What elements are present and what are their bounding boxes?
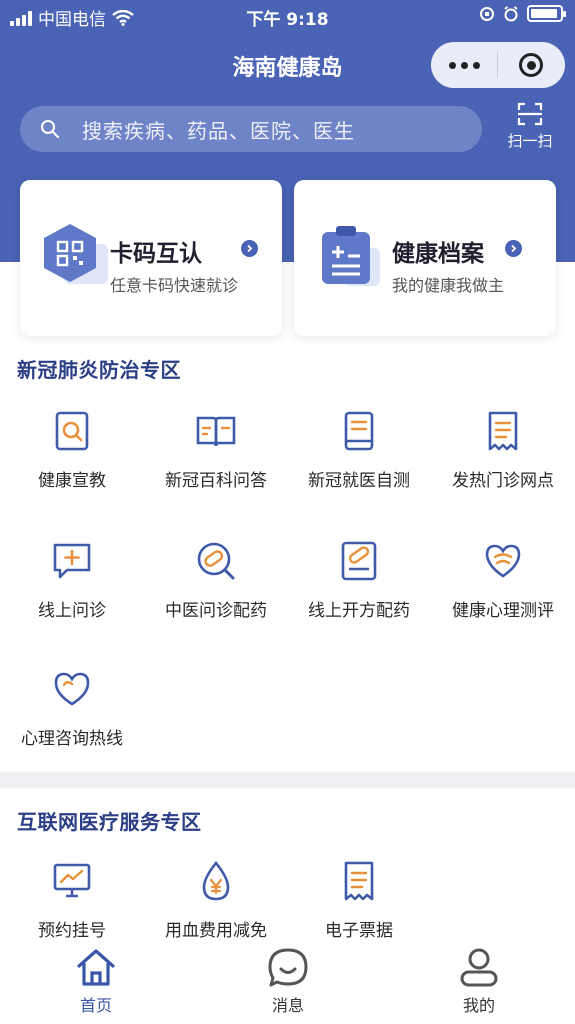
- tab-mine[interactable]: 我的: [419, 946, 539, 1016]
- service-label: 新冠就医自测: [308, 471, 410, 491]
- status-bar: 中国电信 下午 9:18: [0, 0, 575, 34]
- scan-button[interactable]: 扫一扫: [498, 102, 562, 158]
- service-label: 心理咨询热线: [21, 729, 123, 749]
- heart-icon: [54, 672, 90, 706]
- user-icon: [460, 948, 498, 987]
- home-icon: [77, 949, 115, 986]
- search-bar[interactable]: 搜索疾病、药品、医院、医生: [20, 106, 482, 152]
- tab-label: 首页: [79, 996, 112, 1015]
- service-label: 新冠百科问答: [165, 471, 267, 491]
- monitor-chart-icon: [53, 863, 91, 898]
- card-health-record[interactable]: 健康档案 我的健康我做主: [294, 180, 556, 336]
- qr-code-icon: [44, 224, 108, 284]
- pill-search-icon: [197, 542, 235, 580]
- section-divider: [0, 772, 575, 788]
- tab-label: 消息: [271, 996, 304, 1015]
- service-label: 发热门诊网点: [452, 471, 554, 491]
- health-record-icon: [322, 226, 380, 286]
- receipt-icon: [488, 411, 518, 451]
- close-button[interactable]: [498, 42, 564, 88]
- e-receipt-icon: [344, 861, 374, 901]
- scan-icon: [517, 102, 543, 126]
- miniprogram-capsule: [431, 42, 565, 88]
- service-e-receipt[interactable]: 电子票据: [289, 860, 429, 941]
- service-appointment[interactable]: 预约挂号: [2, 860, 142, 941]
- open-book-icon: [196, 416, 236, 447]
- scan-label: 扫一扫: [507, 132, 553, 150]
- card-subtitle: 我的健康我做主: [392, 276, 505, 295]
- alarm-icon: [504, 5, 518, 21]
- dot-icon: [460, 61, 468, 69]
- service-mental-assessment[interactable]: 健康心理测评: [433, 540, 573, 621]
- service-label: 健康宣教: [38, 471, 106, 491]
- message-icon: [268, 948, 308, 987]
- card-code-recognition[interactable]: 卡码互认 任意卡码快速就诊: [20, 180, 282, 336]
- battery-icon: [527, 5, 566, 22]
- more-button[interactable]: [431, 42, 497, 88]
- tab-messages[interactable]: 消息: [228, 946, 348, 1016]
- service-counseling-hotline[interactable]: 心理咨询热线: [2, 668, 142, 749]
- dot-icon: [448, 61, 456, 69]
- dot-icon: [472, 61, 480, 69]
- prescription-icon: [341, 541, 377, 581]
- service-health-education[interactable]: 健康宣教: [2, 410, 142, 491]
- chat-plus-icon: [53, 543, 91, 579]
- tab-bar: 首页 消息 我的: [0, 940, 575, 1024]
- manual-book-icon: [344, 411, 374, 451]
- status-right: [479, 5, 566, 22]
- service-label: 线上问诊: [38, 601, 106, 621]
- rotation-lock-icon: [480, 6, 494, 21]
- blood-drop-yen-icon: [202, 860, 230, 901]
- tab-home[interactable]: 首页: [36, 946, 156, 1016]
- service-label: 中医问诊配药: [165, 601, 267, 621]
- target-icon: [519, 53, 543, 77]
- service-covid-selftest[interactable]: 新冠就医自测: [289, 410, 429, 491]
- service-fever-clinic[interactable]: 发热门诊网点: [433, 410, 573, 491]
- search-document-icon: [55, 411, 89, 451]
- section-title-internet: 互联网医疗服务专区: [17, 810, 202, 834]
- section-title-covid: 新冠肺炎防治专区: [17, 358, 181, 382]
- heart-stethoscope-icon: [485, 544, 521, 578]
- search-icon: [41, 120, 60, 139]
- card-title: 卡码互认: [110, 241, 202, 267]
- search-placeholder: 搜索疾病、药品、医院、医生: [82, 118, 355, 143]
- service-online-consult[interactable]: 线上问诊: [2, 540, 142, 621]
- service-label: 电子票据: [325, 921, 393, 941]
- chevron-right-icon: [241, 240, 258, 257]
- title-bar: 海南健康岛: [0, 40, 575, 90]
- service-label: 预约挂号: [38, 921, 106, 941]
- service-tcm-consult[interactable]: 中医问诊配药: [146, 540, 286, 621]
- card-subtitle: 任意卡码快速就诊: [110, 276, 239, 295]
- card-title: 健康档案: [392, 241, 484, 267]
- chevron-right-icon: [505, 240, 522, 257]
- service-blood-fee-waiver[interactable]: 用血费用减免: [146, 860, 286, 941]
- tab-label: 我的: [462, 996, 495, 1015]
- service-covid-qa[interactable]: 新冠百科问答: [146, 410, 286, 491]
- service-label: 线上开方配药: [308, 601, 410, 621]
- service-online-prescription[interactable]: 线上开方配药: [289, 540, 429, 621]
- service-label: 用血费用减免: [165, 921, 267, 941]
- service-label: 健康心理测评: [452, 601, 554, 621]
